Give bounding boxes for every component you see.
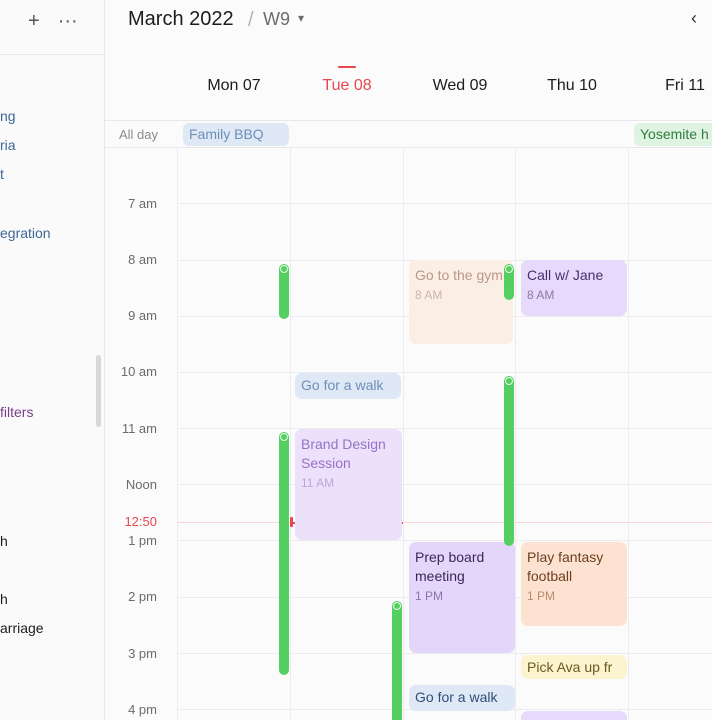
current-time-guide: [177, 522, 712, 523]
chevron-down-icon[interactable]: ▾: [298, 11, 304, 25]
sidebar-divider: [0, 54, 104, 55]
habit-track[interactable]: [392, 601, 402, 720]
sidebar-item[interactable]: arriage: [0, 620, 44, 636]
breadcrumb-separator: /: [248, 9, 254, 31]
habit-track[interactable]: [504, 264, 514, 300]
hour-label: 4 pm: [128, 702, 157, 717]
column-divider: [628, 148, 629, 720]
event-title: Call w/ Jane: [527, 267, 604, 283]
hour-label: 11 am: [121, 421, 157, 436]
hour-label: 10 am: [120, 364, 157, 379]
event-title: Pick Ava up fr: [527, 659, 613, 675]
sidebar-item[interactable]: ng: [0, 108, 16, 124]
hour-line: [177, 428, 712, 429]
sidebar-item[interactable]: h: [0, 591, 8, 607]
habit-track[interactable]: [279, 264, 289, 319]
hour-label: Noon: [125, 477, 157, 492]
day-header-tue[interactable]: Tue 08: [291, 77, 403, 95]
habit-track[interactable]: [504, 376, 514, 546]
sidebar-item[interactable]: ria: [0, 137, 16, 153]
event-title: Play fantasy football: [527, 549, 604, 584]
day-header-mon[interactable]: Mon 07: [178, 77, 290, 95]
event-card[interactable]: Pick Ava up fr: [521, 655, 627, 679]
habit-track[interactable]: [279, 432, 289, 675]
event-time: 11 AM: [301, 476, 335, 490]
all-day-event[interactable]: Yosemite h: [634, 123, 712, 146]
all-day-row: All day Family BBQ Yosemite h: [105, 120, 712, 148]
event-time: 1 PM: [415, 589, 444, 603]
day-header-wed[interactable]: Wed 09: [404, 77, 516, 95]
column-divider: [515, 148, 516, 720]
event-card[interactable]: Go for a walk: [295, 373, 401, 399]
chevron-left-icon[interactable]: ‹: [691, 8, 697, 29]
sidebar-item[interactable]: egration: [0, 225, 51, 241]
hour-label: 2 pm: [128, 589, 157, 604]
hour-label: 3 pm: [128, 646, 157, 661]
hour-label: 8 am: [128, 252, 157, 267]
day-header-fri[interactable]: Fri 11: [629, 77, 712, 95]
hour-line: [177, 653, 712, 654]
event-card[interactable]: Brand Design Session 11 AM: [295, 429, 402, 540]
today-indicator: [338, 66, 356, 68]
hour-label: 9 am: [128, 308, 157, 323]
hour-line: [177, 372, 712, 373]
event-time: 8 AM: [527, 288, 555, 302]
event-card[interactable]: [521, 711, 627, 720]
event-card[interactable]: Prep board meeting 1 PM: [409, 542, 515, 653]
habit-knob[interactable]: [505, 377, 513, 385]
event-title: Go for a walk: [301, 377, 384, 393]
sidebar-item[interactable]: t: [0, 166, 4, 182]
day-header-thu[interactable]: Thu 10: [516, 77, 628, 95]
habit-knob[interactable]: [280, 265, 288, 273]
month-title: March 2022: [128, 8, 234, 30]
event-time: 1 PM: [527, 589, 556, 603]
hour-label: 1 pm: [128, 533, 157, 548]
hour-line: [177, 203, 712, 204]
sidebar-scrollbar[interactable]: [96, 355, 101, 427]
all-day-event[interactable]: Family BBQ: [183, 123, 289, 146]
habit-knob[interactable]: [505, 265, 513, 273]
event-card[interactable]: Go to the gym 8 AM: [409, 260, 513, 344]
all-day-label: All day: [119, 127, 159, 142]
hour-line: [177, 484, 712, 485]
sidebar-item-filters[interactable]: filters: [0, 404, 33, 420]
event-card[interactable]: Go for a walk: [409, 685, 515, 711]
event-time: 8 AM: [415, 288, 443, 302]
sidebar: + ··· ng ria t egration filters h h arri…: [0, 0, 105, 720]
event-title: Go to the gym: [415, 267, 503, 283]
event-card[interactable]: Play fantasy football 1 PM: [521, 542, 627, 626]
plus-icon[interactable]: +: [28, 10, 40, 33]
current-time-label: 12:50: [124, 514, 157, 529]
event-title: Brand Design Session: [301, 436, 386, 471]
habit-knob[interactable]: [393, 602, 401, 610]
column-divider: [177, 148, 178, 720]
sidebar-actions: + ···: [28, 10, 78, 33]
hour-label: 7 am: [128, 196, 157, 211]
column-divider: [403, 148, 404, 720]
time-grid: 7 am 8 am 9 am 10 am 11 am Noon 1 pm 2 p…: [105, 148, 712, 720]
hour-line: [177, 540, 712, 541]
ellipsis-icon[interactable]: ···: [58, 10, 78, 33]
week-selector[interactable]: W9: [263, 9, 290, 30]
column-divider: [290, 148, 291, 720]
event-title: Prep board meeting: [415, 549, 485, 584]
calendar-header: March 2022 / W9 ▾ ‹ Mon 07 Tue 08 Wed 09…: [105, 0, 712, 120]
event-title: Go for a walk: [415, 689, 498, 705]
habit-knob[interactable]: [280, 433, 288, 441]
event-card[interactable]: Call w/ Jane 8 AM: [521, 260, 627, 316]
sidebar-item[interactable]: h: [0, 533, 8, 549]
